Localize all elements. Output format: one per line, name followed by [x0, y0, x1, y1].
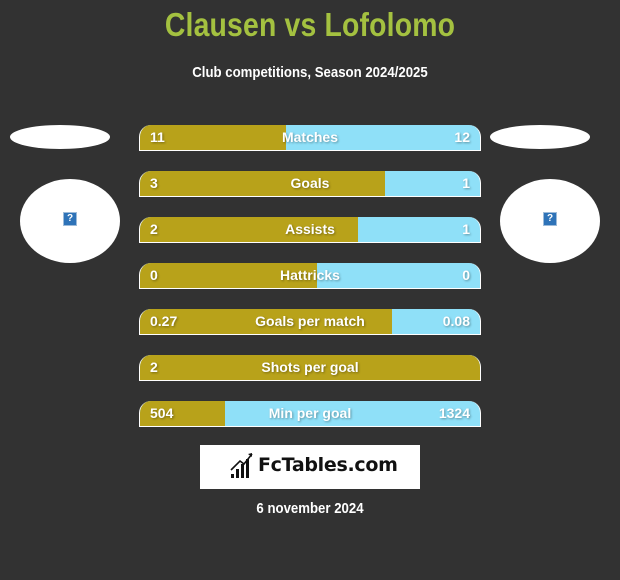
stat-label: Matches	[281, 129, 339, 145]
match-title: Clausen vs Lofolomo	[164, 6, 456, 43]
right-value: 0.08	[442, 313, 470, 329]
right-value: 1	[462, 221, 470, 237]
stat-row: 2 Shots per goal	[139, 355, 481, 381]
stat-row: 0 Hattricks 0	[139, 263, 481, 289]
right-value: 0	[462, 267, 470, 283]
missing-image-icon: ?	[543, 212, 557, 226]
right-value: 12	[454, 129, 470, 145]
stat-row: 3 Goals 1	[139, 171, 481, 197]
stat-row: 11 Matches 12	[139, 125, 481, 151]
missing-image-icon: ?	[63, 212, 77, 226]
stat-label: Goals	[290, 175, 330, 191]
brand-name: FcTables.com	[258, 454, 398, 476]
right-team-logo[interactable]: ?	[500, 179, 600, 263]
stat-label: Hattricks	[280, 267, 340, 283]
stat-label: Shots per goal	[261, 359, 359, 375]
fctables-logo[interactable]: FcTables.com	[200, 445, 420, 489]
stat-label: Assists	[285, 221, 335, 237]
right-team-name-placeholder	[490, 125, 590, 149]
stat-label: Min per goal	[268, 405, 352, 421]
report-date: 6 november 2024	[256, 500, 364, 517]
right-value: 1324	[438, 405, 470, 421]
competition-subtitle: Club competitions, Season 2024/2025	[192, 64, 428, 81]
left-team-name-placeholder	[10, 125, 110, 149]
right-value: 1	[462, 175, 470, 191]
stat-row: 504 Min per goal 1324	[139, 401, 481, 427]
stat-label: Goals per match	[255, 313, 365, 329]
left-team-logo[interactable]: ?	[20, 179, 120, 263]
stat-row: 0.27 Goals per match 0.08	[139, 309, 481, 335]
bar-chart-icon	[230, 453, 253, 478]
stat-row: 2 Assists 1	[139, 217, 481, 243]
